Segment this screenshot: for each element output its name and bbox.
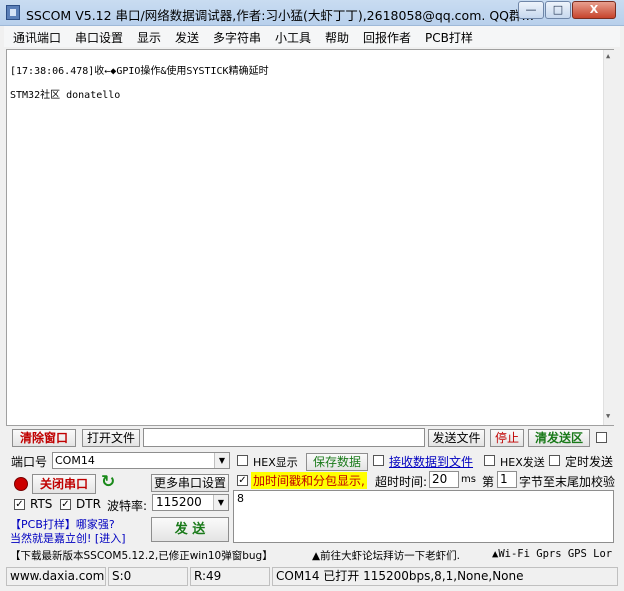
more-settings-button[interactable]: 更多串口设置 <box>151 474 229 492</box>
menu-send[interactable]: 发送 <box>175 29 199 46</box>
close-port-button[interactable]: 关闭串口 <box>32 474 96 494</box>
ticker-wifi[interactable]: ▲Wi-Fi Gprs GPS Lor <box>492 548 612 560</box>
scroll-up-icon[interactable]: ▲ <box>606 52 610 60</box>
send-file-button[interactable]: 发送文件 <box>428 429 485 447</box>
menu-bar: 通讯端口 串口设置 显示 发送 多字符串 小工具 帮助 回报作者 PCB打样 <box>4 26 620 47</box>
dtr-label: DTR <box>76 497 101 511</box>
menu-multi-string[interactable]: 多字符串 <box>213 29 261 46</box>
ticker-download[interactable]: 【下载最新版本SSCOM5.12.2,已修正win10弹窗bug】 <box>10 548 273 563</box>
stop-button[interactable]: 停止 <box>490 429 524 447</box>
hex-send-label: HEX发送 <box>500 456 545 469</box>
byte-suffix: 字节至末尾加校验 <box>519 475 616 489</box>
send-text-area[interactable]: 8 <box>233 490 614 543</box>
port-status-icon <box>14 477 28 491</box>
menu-comm-port[interactable]: 通讯端口 <box>13 29 61 46</box>
baud-select[interactable]: 115200 ▼ <box>152 494 229 511</box>
refresh-icon[interactable]: ↻ <box>101 472 115 492</box>
window-title: SSCOM V5.12 串口/网络数据调试器,作者:习小猛(大虾丁丁),2618… <box>26 8 535 23</box>
file-path-input[interactable] <box>143 428 425 447</box>
open-file-button[interactable]: 打开文件 <box>82 429 140 447</box>
clear-send-area-button[interactable]: 清发送区 <box>528 429 590 447</box>
menu-pcb[interactable]: PCB打样 <box>425 29 473 46</box>
recv-to-file-checkbox[interactable] <box>373 455 384 466</box>
menu-serial-settings[interactable]: 串口设置 <box>75 29 123 46</box>
status-received: R:49 <box>190 567 270 586</box>
timestamp-checkbox[interactable]: ✓ <box>237 475 248 486</box>
send-button[interactable]: 发 送 <box>151 517 229 542</box>
hex-display-label: HEX显示 <box>253 456 298 469</box>
clear-window-button[interactable]: 清除窗口 <box>12 429 76 447</box>
receive-line: STM32社区 donatello <box>10 90 121 101</box>
byte-input[interactable]: 1 <box>497 471 517 488</box>
menu-report-author[interactable]: 回报作者 <box>363 29 411 46</box>
port-label: 端口号 <box>11 455 48 469</box>
timeout-unit: ms <box>461 474 476 485</box>
baud-value: 115200 <box>156 495 202 509</box>
menu-help[interactable]: 帮助 <box>325 29 349 46</box>
menu-tools[interactable]: 小工具 <box>275 29 311 46</box>
rts-label: RTS <box>30 497 53 511</box>
menu-display[interactable]: 显示 <box>137 29 161 46</box>
dtr-checkbox[interactable]: ✓ <box>60 499 71 510</box>
save-data-button[interactable]: 保存数据 <box>306 453 368 471</box>
chevron-down-icon[interactable]: ▼ <box>214 453 229 468</box>
status-bar: www.daxia.com S:0 R:49 COM14 已打开 115200b… <box>6 567 618 586</box>
timeout-input[interactable]: 20 <box>429 471 459 488</box>
baud-label: 波特率: <box>107 499 148 513</box>
receive-line: [17:38:06.478]收←◆GPIO操作&使用SYSTICK精确延时 <box>10 66 269 77</box>
hex-send-checkbox[interactable] <box>484 455 495 466</box>
ticker-forum[interactable]: ▲前往大虾论坛拜访一下老虾们. <box>312 548 460 563</box>
scroll-down-icon[interactable]: ▼ <box>606 412 610 420</box>
status-port-info: COM14 已打开 115200bps,8,1,None,None <box>272 567 618 586</box>
recv-to-file-label[interactable]: 接收数据到文件 <box>389 453 473 470</box>
minimize-button[interactable]: — <box>518 1 544 19</box>
title-bar[interactable]: SSCOM V5.12 串口/网络数据调试器,作者:习小猛(大虾丁丁),2618… <box>0 0 624 26</box>
vertical-scrollbar[interactable]: ▲ ▼ <box>603 50 614 425</box>
byte-prefix: 第 <box>482 475 495 489</box>
port-value: COM14 <box>55 454 95 467</box>
extra-checkbox[interactable] <box>596 432 607 443</box>
app-icon <box>6 5 20 20</box>
pcb-ad-line2[interactable]: 当然就是嘉立创! [进入] <box>10 530 126 546</box>
timed-send-checkbox[interactable] <box>549 455 560 466</box>
status-site[interactable]: www.daxia.com <box>6 567 106 586</box>
hex-display-checkbox[interactable] <box>237 455 248 466</box>
timestamp-label: 加时间戳和分包显示, <box>251 472 367 489</box>
receive-area[interactable]: [17:38:06.478]收←◆GPIO操作&使用SYSTICK精确延时 ST… <box>6 49 614 426</box>
status-sent: S:0 <box>108 567 188 586</box>
close-button[interactable]: X <box>572 1 616 19</box>
timed-send-label: 定时发送 <box>565 455 614 469</box>
rts-checkbox[interactable]: ✓ <box>14 499 25 510</box>
port-select[interactable]: COM14 ▼ <box>52 452 230 469</box>
timeout-label: 超时时间: <box>375 475 428 489</box>
chevron-down-icon[interactable]: ▼ <box>213 495 228 510</box>
maximize-button[interactable]: □ <box>545 1 571 19</box>
